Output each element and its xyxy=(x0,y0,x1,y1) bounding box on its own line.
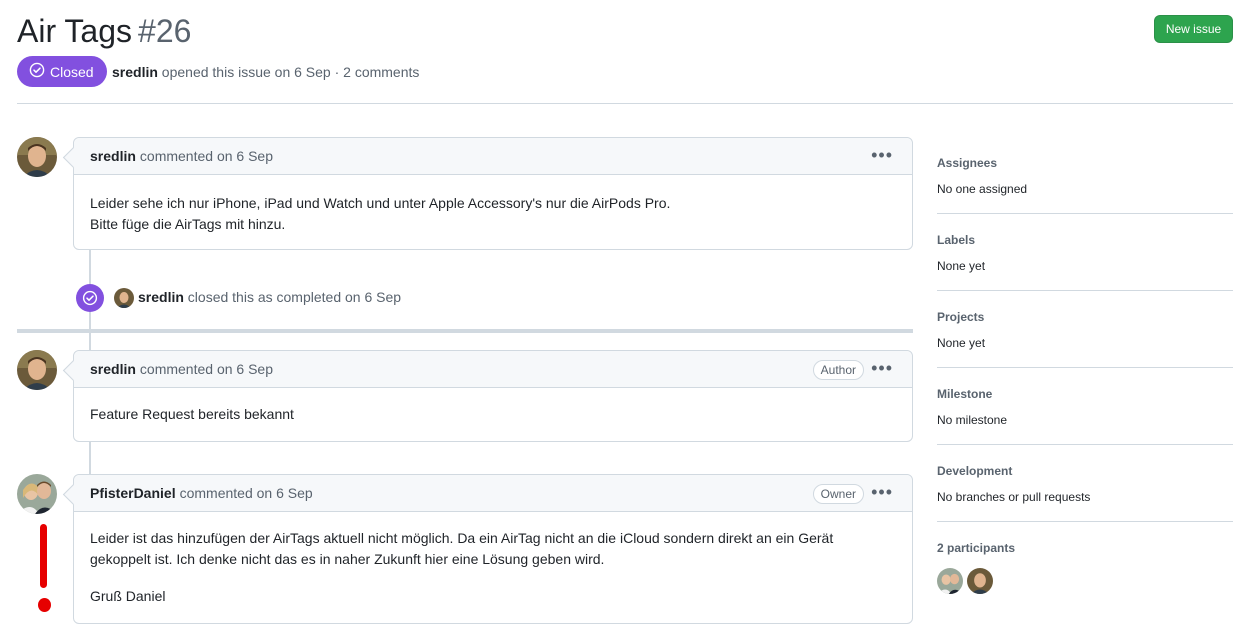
issue-closed-icon xyxy=(29,62,45,81)
timeline-line xyxy=(89,312,91,329)
comment-header: sredlin commented on 6 Sep Author ••• xyxy=(74,351,912,388)
event-actor-link[interactable]: sredlin xyxy=(138,289,184,305)
sidebar-heading[interactable]: Development xyxy=(937,463,1233,479)
sidebar-value: No branches or pull requests xyxy=(937,490,1091,504)
issue-title: Air Tags #26 xyxy=(17,12,191,50)
comment-header: PfisterDaniel commented on 6 Sep Owner •… xyxy=(74,475,912,512)
sidebar-projects: Projects None yet xyxy=(937,291,1233,368)
sidebar-milestone: Milestone No milestone xyxy=(937,368,1233,445)
comment-author-link[interactable]: PfisterDaniel xyxy=(90,485,176,501)
sidebar-heading[interactable]: Labels xyxy=(937,232,1233,248)
comment-header: sredlin commented on 6 Sep ••• xyxy=(74,138,912,175)
sidebar-value: No milestone xyxy=(937,413,1008,427)
sidebar-value: None yet xyxy=(937,336,986,350)
comment-card: sredlin commented on 6 Sep Author ••• Fe… xyxy=(73,350,913,442)
sidebar-value: No one assigned xyxy=(937,182,1028,196)
issue-state-label: Closed xyxy=(50,63,94,80)
comment-body: Feature Request bereits bekannt xyxy=(74,388,912,441)
sidebar-value: None yet xyxy=(937,259,986,273)
participants-heading: 2 participants xyxy=(937,541,1016,555)
sidebar-assignees: Assignees No one assigned xyxy=(937,137,1233,214)
sidebar-participants: 2 participants xyxy=(937,522,1233,599)
new-issue-button[interactable]: New issue xyxy=(1154,15,1233,43)
event-actor-avatar[interactable] xyxy=(114,288,134,308)
comment-options-icon[interactable]: ••• xyxy=(871,482,893,502)
participant-avatar-sredlin[interactable] xyxy=(967,568,993,594)
owner-role-badge: Owner xyxy=(812,484,864,504)
avatar-pfisterdaniel[interactable] xyxy=(17,474,57,514)
sidebar-heading[interactable]: Assignees xyxy=(937,155,1233,171)
comment-options-icon[interactable]: ••• xyxy=(871,145,893,165)
comment-author-link[interactable]: sredlin xyxy=(90,361,136,377)
comment-paragraph: Gruß Daniel xyxy=(90,588,166,604)
event-description[interactable]: closed this as completed on 6 Sep xyxy=(188,289,401,305)
issue-title-text: Air Tags xyxy=(17,13,133,49)
issue-state-badge: Closed xyxy=(17,56,107,87)
timeline-line xyxy=(89,442,91,474)
comment-line: Feature Request bereits bekannt xyxy=(90,406,294,422)
avatar-sredlin[interactable] xyxy=(17,137,57,177)
comment-author-link[interactable]: sredlin xyxy=(90,148,136,164)
closed-event-text: sredlin closed this as completed on 6 Se… xyxy=(138,289,401,305)
comment-timestamp[interactable]: commented on 6 Sep xyxy=(140,361,273,377)
annotation-red-dot xyxy=(38,598,51,612)
comment-timestamp[interactable]: commented on 6 Sep xyxy=(180,485,313,501)
comment-body: Leider sehe ich nur iPhone, iPad und Wat… xyxy=(74,175,912,251)
comment-card: PfisterDaniel commented on 6 Sep Owner •… xyxy=(73,474,913,624)
annotation-red-mark xyxy=(40,524,47,588)
issue-opened-text: opened this issue on 6 Sep · 2 comments xyxy=(161,64,420,80)
comment-timestamp[interactable]: commented on 6 Sep xyxy=(140,148,273,164)
issue-number: #26 xyxy=(138,13,192,49)
issue-meta: sredlin opened this issue on 6 Sep · 2 c… xyxy=(112,64,419,80)
timeline-line xyxy=(89,333,91,350)
timeline-line xyxy=(89,250,91,284)
avatar-sredlin-image xyxy=(17,137,57,177)
sidebar-heading[interactable]: Projects xyxy=(937,309,1233,325)
timeline-separator xyxy=(17,329,913,333)
sidebar-labels: Labels None yet xyxy=(937,214,1233,291)
participant-avatar-pfisterdaniel[interactable] xyxy=(937,568,963,594)
header-divider xyxy=(17,103,1233,104)
sidebar-heading[interactable]: Milestone xyxy=(937,386,1233,402)
avatar-sredlin-image xyxy=(17,350,57,390)
participants-list xyxy=(937,568,1233,594)
issue-sidebar: Assignees No one assigned Labels None ye… xyxy=(937,137,1233,599)
comment-body: Leider ist das hinzufügen der AirTags ak… xyxy=(74,512,912,623)
comment-card: sredlin commented on 6 Sep ••• Leider se… xyxy=(73,137,913,250)
sidebar-development: Development No branches or pull requests xyxy=(937,445,1233,522)
issue-author-link[interactable]: sredlin xyxy=(112,64,158,80)
comment-options-icon[interactable]: ••• xyxy=(871,358,893,378)
comment-line: Leider sehe ich nur iPhone, iPad und Wat… xyxy=(90,195,671,232)
author-role-badge: Author xyxy=(812,360,864,380)
avatar-pfisterdaniel-image xyxy=(17,474,57,514)
comment-paragraph: Leider ist das hinzufügen der AirTags ak… xyxy=(90,530,834,567)
avatar-sredlin[interactable] xyxy=(17,350,57,390)
closed-event-icon xyxy=(76,284,104,312)
